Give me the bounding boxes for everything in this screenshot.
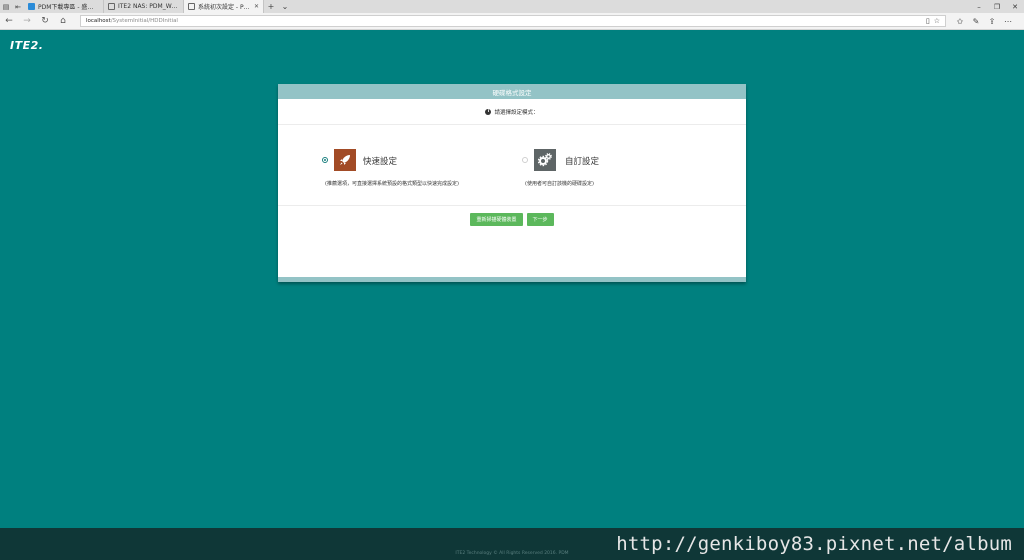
more-icon[interactable]: ⋯ (1000, 17, 1016, 26)
blue-square-icon (28, 3, 35, 10)
browser-tab-label: 系統初次設定 - PDM (198, 4, 251, 11)
next-button[interactable]: 下一步 (526, 213, 554, 226)
address-bar[interactable]: localhost/SystemInitial/HDDInitial ▯ ☆ (80, 15, 946, 27)
hdd-format-panel: 硬碟格式設定 i 請選擇設定模式： 快速設定 (推薦選項，可直接選擇系統預設的格… (278, 84, 746, 282)
browser-tab-1[interactable]: PDM下載專區 - 盛力科技ITE (24, 0, 104, 13)
page-icon (108, 3, 115, 10)
rescan-hardware-button[interactable]: 重新掃描硬體裝置 (470, 213, 523, 226)
close-window-icon[interactable]: ✕ (1006, 0, 1024, 13)
quick-setup-radio[interactable] (322, 157, 328, 163)
quick-setup-description: (推薦選項，可直接選擇系統預設的格式類型以快速完成設定) (325, 181, 459, 187)
browser-tab-bar: ▤ ⇤ PDM下載專區 - 盛力科技ITE ITE2 NAS: PDM_Wind… (0, 0, 1024, 13)
browser-tab-3[interactable]: 系統初次設定 - PDM ✕ (184, 0, 264, 13)
custom-setup-description: (使用者可自訂該機的硬碟設定) (525, 181, 594, 187)
set-aside-tabs-icon[interactable]: ⇤ (12, 0, 24, 13)
minimize-icon[interactable]: – (970, 0, 988, 13)
action-buttons: 重新掃描硬體裝置 下一步 (278, 213, 746, 226)
back-icon[interactable]: ← (0, 16, 18, 26)
info-icon: i (485, 108, 492, 115)
ite2-logo: ITE2. (10, 39, 44, 52)
browser-tab-2[interactable]: ITE2 NAS: PDM_Windows 3( (104, 0, 184, 13)
quick-setup-label[interactable]: 快速設定 (363, 155, 397, 167)
window-controls: – ❐ ✕ (970, 0, 1024, 13)
mode-prompt-text: 請選擇設定模式： (494, 109, 539, 116)
panel-title: 硬碟格式設定 (278, 84, 746, 99)
panel-footer-strip (278, 277, 746, 282)
forward-icon[interactable]: → (18, 16, 36, 26)
custom-setup-radio[interactable] (522, 157, 528, 163)
rocket-icon (334, 149, 356, 171)
url-host: localhost (86, 18, 111, 24)
refresh-icon[interactable]: ↻ (36, 16, 54, 26)
close-tab-icon[interactable]: ✕ (254, 3, 259, 10)
watermark-text: http://genkiboy83.pixnet.net/album (616, 533, 1012, 555)
page-icon (188, 3, 195, 10)
home-icon[interactable]: ⌂ (54, 16, 72, 26)
new-tab-icon[interactable]: + (264, 0, 278, 13)
favorite-star-icon[interactable]: ☆ (934, 17, 940, 25)
browser-nav-bar: ← → ↻ ⌂ localhost/SystemInitial/HDDIniti… (0, 13, 1024, 30)
mode-prompt: i 請選擇設定模式： (278, 99, 746, 125)
pen-icon[interactable]: ✎ (968, 17, 984, 26)
url-path: /SystemInitial/HDDInitial (110, 18, 178, 24)
browser-tab-label: ITE2 NAS: PDM_Windows 3( (118, 3, 179, 10)
chevron-down-icon[interactable]: ⌄ (278, 0, 292, 13)
reading-view-icon[interactable]: ▯ (926, 17, 930, 25)
divider (278, 205, 746, 206)
share-icon[interactable]: ⇪ (984, 17, 1000, 26)
browser-tab-label: PDM下載專區 - 盛力科技ITE (38, 4, 99, 11)
custom-setup-label[interactable]: 自訂設定 (565, 155, 599, 167)
gears-icon (534, 149, 556, 171)
favorites-hub-icon[interactable]: ✩ (952, 17, 968, 26)
tab-preview-icon[interactable]: ▤ (0, 0, 12, 13)
restore-icon[interactable]: ❐ (988, 0, 1006, 13)
